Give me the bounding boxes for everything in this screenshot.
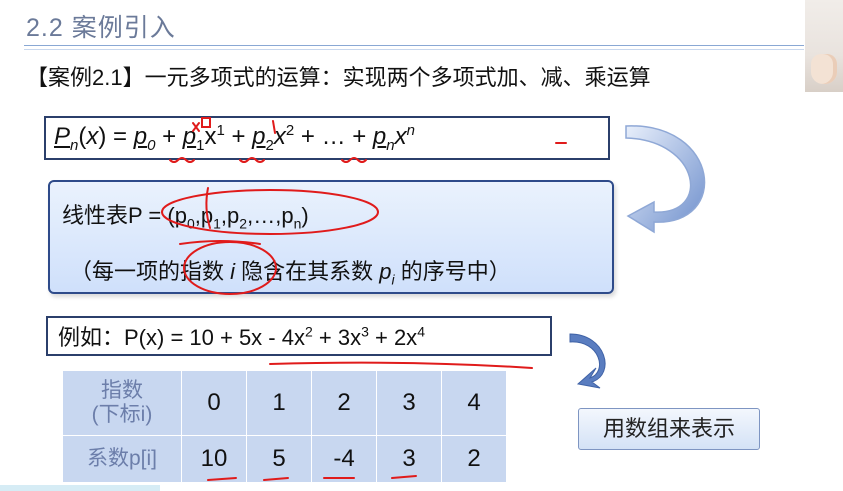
table-cell-index: 3 bbox=[376, 370, 442, 436]
curved-arrow-icon bbox=[625, 125, 706, 234]
table-cell-coefficient: 2 bbox=[441, 435, 507, 483]
table-cell-coefficient: 5 bbox=[246, 435, 312, 483]
table-cell-coefficient: -4 bbox=[311, 435, 377, 483]
title-divider-secondary bbox=[24, 49, 804, 50]
table-row-index: 指数 (下标i) 0 1 2 3 4 bbox=[62, 370, 507, 436]
table-cell-coefficient: 10 bbox=[181, 435, 247, 483]
example-polynomial-box: 例如：P(x) = 10 + 5x - 4x2 + 3x3 + 2x4 bbox=[46, 316, 552, 356]
table-cell-index: 2 bbox=[311, 370, 377, 436]
linear-list-definition: 线性表P = (p0,p1,p2,…,pn) bbox=[62, 203, 309, 232]
linear-list-box: 线性表P = (p0,p1,p2,…,pn) （每一项的指数 i 隐含在其系数 … bbox=[48, 180, 614, 294]
example-text: 例如：P(x) = 10 + 5x - 4x2 + 3x3 + 2x4 bbox=[58, 323, 425, 350]
slide-title: 2.2 案例引入 bbox=[26, 14, 176, 42]
red-underline-example bbox=[269, 361, 533, 369]
bottom-strip bbox=[0, 485, 160, 491]
curved-arrow-small-icon bbox=[569, 333, 606, 389]
table-row-coefficient: 系数p[i] 10 5 -4 3 2 bbox=[62, 435, 507, 483]
polynomial-formula-box: Pn(x) = p0 + p1x1 + p2x2 + … + pnxn bbox=[44, 116, 610, 160]
presenter-face bbox=[811, 54, 837, 84]
case-heading: 【案例2.1】一元多项式的运算：实现两个多项式加、减、乘运算 bbox=[26, 65, 651, 90]
formula-text: Pn(x) = p0 + p1x1 + p2x2 + … + pnxn bbox=[54, 122, 415, 154]
table-cell-index: 1 bbox=[246, 370, 312, 436]
header-exponent: 指数 (下标i) bbox=[62, 370, 182, 436]
title-divider bbox=[24, 45, 804, 46]
array-representation-button[interactable]: 用数组来表示 bbox=[578, 408, 760, 450]
table-cell-index: 4 bbox=[441, 370, 507, 436]
table-cell-coefficient: 3 bbox=[376, 435, 442, 483]
presenter-webcam bbox=[805, 0, 843, 92]
linear-list-note: （每一项的指数 i 隐含在其系数 pi 的序号中） bbox=[70, 259, 511, 288]
coefficient-array-table: 指数 (下标i) 0 1 2 3 4 系数p[i] 10 5 -4 3 2 bbox=[62, 370, 507, 483]
header-coefficient: 系数p[i] bbox=[62, 435, 182, 483]
table-cell-index: 0 bbox=[181, 370, 247, 436]
